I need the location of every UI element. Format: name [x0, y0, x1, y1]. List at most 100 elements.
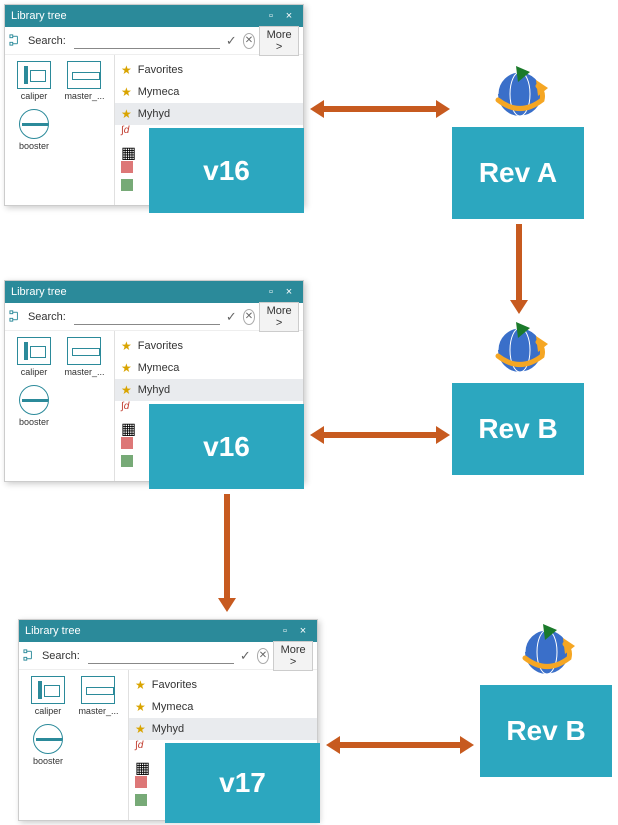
component-label: master_...: [64, 91, 104, 101]
search-input[interactable]: [74, 33, 220, 49]
rev-text: Rev A: [479, 157, 557, 189]
component-master[interactable]: master_...: [61, 61, 107, 101]
globe-icon: [488, 318, 552, 376]
arrow-p2-revb: [324, 432, 436, 438]
stub-icon: ∫d: [135, 740, 147, 752]
star-icon: ★: [135, 700, 146, 714]
titlebar: Library tree ▫ ×: [5, 281, 303, 303]
stub-icon: [121, 437, 133, 449]
tree-icon[interactable]: [23, 646, 38, 666]
version-text: v16: [203, 155, 250, 187]
panel-title: Library tree: [25, 625, 81, 637]
tree-icon[interactable]: [9, 31, 24, 51]
star-icon: ★: [135, 722, 146, 736]
version-text: v16: [203, 431, 250, 463]
favorites-header[interactable]: ★ Favorites: [115, 59, 303, 81]
rev-badge-b2: Rev B: [480, 685, 612, 777]
pin-icon[interactable]: ▫: [277, 623, 293, 639]
component-caliper[interactable]: caliper: [25, 676, 71, 716]
more-button[interactable]: More >: [259, 26, 299, 56]
category-stubs: ∫d ▦: [115, 125, 133, 205]
star-icon: ★: [121, 383, 132, 397]
arrowhead-icon: [436, 100, 450, 118]
more-button[interactable]: More >: [259, 302, 299, 332]
component-label: master_...: [64, 367, 104, 377]
favorites-item[interactable]: ★ Mymeca: [129, 696, 317, 718]
favorites-item[interactable]: ★Mymeca: [115, 81, 303, 103]
favorites-item[interactable]: ★ Mymeca: [115, 357, 303, 379]
stub-icon: [135, 776, 147, 788]
category-stubs: ∫d ▦: [115, 401, 133, 481]
stub-icon: ▦: [121, 143, 133, 155]
stub-icon: [121, 179, 133, 191]
favorites-header[interactable]: ★Favorites: [115, 335, 303, 357]
component-booster[interactable]: booster: [11, 109, 57, 151]
stub-icon: [121, 161, 133, 173]
arrow-reva-revb: [516, 224, 522, 300]
clear-icon[interactable]: ✕: [257, 648, 269, 664]
fav-label: Mymeca: [138, 362, 180, 374]
stub-icon: [135, 794, 147, 806]
arrowhead-icon: [460, 736, 474, 754]
rev-badge-a: Rev A: [452, 127, 584, 219]
version-badge-1: v16: [149, 128, 304, 213]
favorites-item[interactable]: ★ Myhyd: [115, 379, 303, 401]
arrowhead-icon: [310, 100, 324, 118]
version-badge-3: v17: [165, 743, 320, 823]
version-text: v17: [219, 767, 266, 799]
component-caliper[interactable]: caliper: [11, 337, 57, 377]
rev-badge-b1: Rev B: [452, 383, 584, 475]
star-icon: ★: [121, 361, 132, 375]
component-palette: caliper master_... booster: [5, 331, 115, 481]
component-label: caliper: [21, 91, 48, 101]
search-input[interactable]: [74, 309, 220, 325]
search-label: Search:: [28, 311, 66, 323]
fav-label: Favorites: [138, 64, 183, 76]
search-label: Search:: [28, 35, 66, 47]
confirm-icon[interactable]: ✓: [224, 33, 239, 49]
component-master[interactable]: master_...: [61, 337, 107, 377]
arrowhead-icon: [310, 426, 324, 444]
tree-icon[interactable]: [9, 307, 24, 327]
arrowhead-icon: [218, 598, 236, 612]
search-row: Search: ✓ ✕ More >: [5, 27, 303, 55]
pin-icon[interactable]: ▫: [263, 284, 279, 300]
star-icon: ★: [121, 63, 132, 77]
clear-icon[interactable]: ✕: [243, 309, 255, 325]
stub-icon: ▦: [135, 758, 147, 770]
close-icon[interactable]: ×: [295, 623, 311, 639]
category-stubs: ∫d ▦: [129, 740, 147, 820]
fav-label: Myhyd: [152, 723, 184, 735]
clear-icon[interactable]: ✕: [243, 33, 255, 49]
confirm-icon[interactable]: ✓: [224, 309, 239, 325]
confirm-icon[interactable]: ✓: [238, 648, 253, 664]
search-input[interactable]: [88, 648, 234, 664]
arrow-p1-reva: [324, 106, 436, 112]
fav-label: Mymeca: [152, 701, 194, 713]
component-label: caliper: [35, 706, 62, 716]
favorites-item[interactable]: ★ Myhyd: [129, 718, 317, 740]
fav-label: Myhyd: [138, 384, 170, 396]
component-label: caliper: [21, 367, 48, 377]
component-master[interactable]: master_...: [75, 676, 121, 716]
search-label: Search:: [42, 650, 80, 662]
component-label: booster: [19, 141, 49, 151]
component-booster[interactable]: booster: [11, 385, 57, 427]
fav-label: Myhyd: [138, 108, 170, 120]
arrow-p3-revb: [340, 742, 460, 748]
stub-icon: ▦: [121, 419, 133, 431]
favorites-item[interactable]: ★ Myhyd: [115, 103, 303, 125]
globe-icon: [488, 62, 552, 120]
more-button[interactable]: More >: [273, 641, 313, 671]
fav-label: Mymeca: [138, 86, 180, 98]
close-icon[interactable]: ×: [281, 284, 297, 300]
component-booster[interactable]: booster: [25, 724, 71, 766]
close-icon[interactable]: ×: [281, 8, 297, 24]
globe-icon: [515, 620, 579, 678]
component-caliper[interactable]: caliper: [11, 61, 57, 101]
component-label: booster: [33, 756, 63, 766]
pin-icon[interactable]: ▫: [263, 8, 279, 24]
panel-title: Library tree: [11, 286, 67, 298]
favorites-header[interactable]: ★Favorites: [129, 674, 317, 696]
star-icon: ★: [121, 107, 132, 121]
